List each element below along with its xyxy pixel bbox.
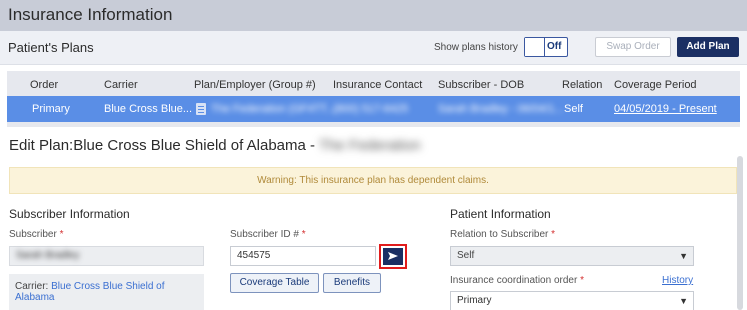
cell-relation: Self (564, 103, 583, 115)
coordination-value: Primary (457, 295, 492, 306)
relation-value: Self (457, 250, 475, 261)
history-link[interactable]: History (662, 275, 693, 286)
plans-title: Patient's Plans (8, 40, 94, 55)
subscriber-label: Subscriber * (9, 229, 64, 240)
edit-plan-title-text: Edit Plan:Blue Cross Blue Shield of Alab… (9, 137, 319, 154)
required-mark: * (551, 229, 556, 240)
coordination-select[interactable]: Primary ▼ (450, 291, 694, 310)
column-header-coverage: Coverage Period (614, 79, 697, 91)
cell-coverage-link[interactable]: 04/05/2019 - Present (614, 103, 717, 115)
column-header-order: Order (30, 79, 59, 91)
column-header-plan: Plan/Employer (Group #) (194, 79, 316, 91)
chevron-down-icon: ▼ (679, 251, 688, 261)
cell-order: Primary (32, 103, 70, 115)
carrier-box: Carrier: Blue Cross Blue Shield of Alaba… (9, 274, 204, 310)
edit-plan-employer: The Federation (318, 137, 421, 154)
column-header-subscriber: Subscriber - DOB (438, 79, 525, 91)
relation-label: Relation to Subscriber * (450, 229, 555, 240)
page-title: Insurance Information (8, 5, 173, 24)
subscriber-label-text: Subscriber (9, 229, 57, 240)
patient-info-title: Patient Information (450, 207, 551, 221)
toggle-knob (525, 38, 545, 56)
cell-subscriber: Sarah Bradley - 06/04/1... (438, 103, 564, 115)
chevron-down-icon: ▼ (679, 296, 688, 306)
relation-label-text: Relation to Subscriber (450, 229, 549, 240)
cell-carrier: Blue Cross Blue... (104, 103, 193, 115)
subscriber-id-value: 454575 (237, 250, 271, 261)
coordination-label: Insurance coordination order * (450, 275, 584, 286)
subscriber-field[interactable]: Sarah Bradley (9, 246, 204, 266)
coverage-table-button[interactable]: Coverage Table (230, 273, 319, 293)
coordination-label-text: Insurance coordination order (450, 275, 578, 286)
toggle-state: Off (547, 41, 562, 52)
cell-contact: (800) 517-6425 (333, 103, 409, 115)
document-icon[interactable] (196, 103, 206, 115)
subscriber-value: Sarah Bradley (16, 250, 80, 261)
required-mark: * (580, 275, 584, 286)
edit-plan-title: Edit Plan:Blue Cross Blue Shield of Alab… (9, 137, 421, 154)
show-history-toggle[interactable]: Off (524, 37, 568, 57)
carrier-label: Carrier: (15, 281, 49, 292)
swap-order-button[interactable]: Swap Order (595, 37, 671, 57)
required-mark: * (59, 229, 64, 240)
subscriber-id-input[interactable]: 454575 (230, 246, 376, 266)
scrollbar[interactable] (737, 156, 743, 310)
cell-plan: The Federation (GF4TT... (211, 103, 336, 115)
send-arrow-icon (388, 252, 398, 260)
table-row[interactable]: Primary Blue Cross Blue... The Federatio… (7, 96, 740, 122)
benefits-button[interactable]: Benefits (323, 273, 381, 293)
warning-banner: Warning: This insurance plan has depende… (9, 167, 737, 194)
column-header-relation: Relation (562, 79, 603, 91)
column-header-carrier: Carrier (104, 79, 138, 91)
show-history-label: Show plans history (434, 42, 518, 53)
relation-select[interactable]: Self ▼ (450, 246, 694, 266)
required-mark: * (301, 229, 306, 240)
subscriber-lookup-button[interactable] (379, 244, 407, 269)
plans-table: Order Carrier Plan/Employer (Group #) In… (7, 71, 740, 127)
column-header-contact: Insurance Contact (333, 79, 423, 91)
add-plan-button[interactable]: Add Plan (677, 37, 739, 57)
plans-header: Patient's Plans Show plans history Off S… (0, 31, 747, 65)
title-bar: Insurance Information (0, 0, 747, 31)
subscriber-id-label: Subscriber ID # * (230, 229, 306, 240)
subscriber-info-title: Subscriber Information (9, 207, 130, 221)
subscriber-id-label-text: Subscriber ID # (230, 229, 299, 240)
